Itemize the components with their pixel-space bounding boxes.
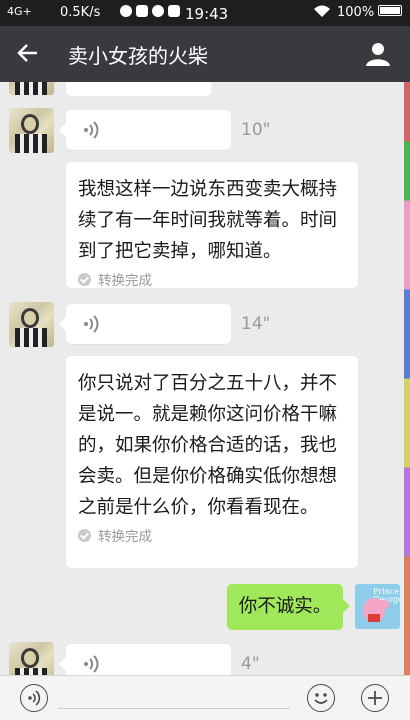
notification-icons	[120, 5, 180, 17]
input-bar	[0, 675, 410, 720]
notify-icon	[120, 5, 132, 17]
peppa-pig-icon	[363, 598, 389, 622]
smiley-icon	[314, 693, 328, 704]
sent-message[interactable]: 你不诚实。	[227, 584, 350, 630]
wifi-icon	[313, 5, 331, 22]
chat-title: 卖小女孩的火柴	[68, 44, 208, 68]
battery-icon	[378, 5, 402, 16]
edge-strip	[404, 82, 410, 675]
voice-wave-icon	[84, 655, 99, 673]
contact-avatar[interactable]	[9, 302, 54, 347]
transcribed-text: 我想这样一边说东西变卖大概持续了有一年时间我就等着。时间到了把它卖掉，哪知道。	[78, 179, 338, 262]
voice-wave-icon	[84, 315, 99, 333]
network-speed: 0.5K/s	[60, 5, 101, 20]
emoji-button[interactable]	[307, 684, 335, 712]
voice-message[interactable]	[59, 304, 231, 344]
conversion-status: 转换完成	[98, 273, 152, 289]
contact-avatar[interactable]	[9, 82, 54, 95]
voice-duration: 4"	[241, 654, 260, 674]
check-icon	[78, 272, 91, 286]
usb-icon	[168, 5, 180, 17]
status-bar: 4G+ 0.5K/s 19:43 100%	[0, 0, 410, 26]
voice-input-button[interactable]	[20, 684, 48, 712]
transcribed-text-bubble[interactable]: 我想这样一边说东西变卖大概持续了有一年时间我就等着。时间到了把它卖掉，哪知道。 …	[66, 162, 358, 289]
user-profile-icon[interactable]	[364, 40, 392, 68]
battery-percent: 100%	[337, 5, 375, 20]
check-icon	[78, 528, 91, 542]
partial-message	[66, 82, 211, 96]
chat-area[interactable]: 10" 我想这样一边说东西变卖大概持续了有一年时间我就等着。时间到了把它卖掉，哪…	[0, 82, 410, 675]
my-avatar[interactable]: Prince George	[355, 584, 400, 629]
contact-avatar[interactable]	[9, 642, 54, 675]
voice-wave-icon	[84, 121, 99, 139]
more-button[interactable]	[361, 684, 389, 712]
transcribed-text-bubble[interactable]: 你只说对了百分之五十八，并不是说一。就是赖你这问价格干嘛的，如果你价格合适的话，…	[66, 356, 358, 568]
voice-message[interactable]	[59, 110, 231, 150]
voice-duration: 14"	[241, 314, 271, 334]
qq-icon	[136, 5, 148, 17]
plus-icon	[368, 691, 382, 705]
message-input[interactable]	[58, 706, 290, 709]
contact-avatar[interactable]	[9, 108, 54, 153]
voice-message[interactable]	[59, 644, 231, 675]
clock: 19:43	[185, 5, 229, 23]
network-indicator: 4G+	[7, 5, 32, 18]
message-icon	[152, 5, 164, 17]
title-bar: 卖小女孩的火柴	[0, 26, 410, 82]
transcribed-text: 你只说对了百分之五十八，并不是说一。就是赖你这问价格干嘛的，如果你价格合适的话，…	[78, 373, 338, 518]
conversion-status: 转换完成	[98, 529, 152, 545]
back-arrow-icon[interactable]	[14, 40, 42, 68]
voice-icon	[28, 690, 41, 706]
voice-duration: 10"	[241, 120, 271, 140]
